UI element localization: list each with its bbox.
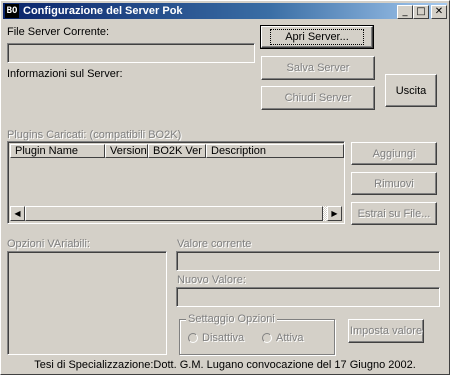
plugins-list[interactable]: Plugin Name Version BO2K Ver Description… (7, 141, 345, 224)
save-server-button[interactable]: Salva Server (261, 56, 375, 80)
variable-options-list[interactable] (7, 251, 167, 355)
file-server-field[interactable] (7, 43, 255, 63)
close-server-button[interactable]: Chiudi Server (261, 86, 375, 110)
minimize-button[interactable]: _ (397, 5, 413, 19)
scroll-left-icon[interactable]: ◀ (10, 206, 25, 221)
column-plugin-name[interactable]: Plugin Name (10, 144, 105, 158)
remove-plugin-button[interactable]: Rimuovi (351, 172, 437, 195)
set-value-button[interactable]: Imposta valore (348, 319, 424, 343)
file-server-label: File Server Corrente: (7, 26, 110, 38)
plugins-list-header: Plugin Name Version BO2K Ver Description (10, 144, 344, 158)
variable-options-label: Opzioni VAriabili: (7, 238, 90, 250)
option-settings-group: Settaggio Opzioni Disattiva Attiva (179, 313, 335, 355)
column-version[interactable]: Version (105, 144, 148, 158)
add-plugin-button[interactable]: Aggiungi (351, 142, 437, 165)
app-icon: BO (5, 4, 19, 18)
column-description[interactable]: Description (206, 144, 344, 158)
scroll-thumb[interactable] (25, 206, 323, 221)
disable-radio[interactable]: Disattiva (188, 332, 244, 344)
new-value-field[interactable] (176, 287, 440, 307)
plugins-horizontal-scrollbar[interactable]: ◀ ▶ (10, 206, 342, 221)
maximize-button[interactable]: □ (413, 5, 429, 19)
new-value-label: Nuovo Valore: (177, 274, 246, 286)
main-window: BO Configurazione del Server Pok _ □ ✕ F… (0, 0, 450, 375)
close-button[interactable]: ✕ (431, 5, 447, 19)
current-value-label: Valore corrente (177, 238, 252, 250)
enable-radio-icon[interactable] (262, 333, 272, 343)
enable-radio[interactable]: Attiva (262, 332, 304, 344)
disable-radio-icon[interactable] (188, 333, 198, 343)
option-settings-legend: Settaggio Opzioni (186, 313, 277, 326)
footer-text: Tesi di Specializzazione:Dott. G.M. Luga… (34, 359, 416, 371)
server-info-label: Informazioni sul Server: (7, 68, 123, 80)
current-value-field[interactable] (176, 251, 440, 271)
title-bar[interactable]: BO Configurazione del Server Pok _ □ ✕ (3, 3, 447, 19)
open-server-label: Apri Server... (270, 29, 364, 45)
enable-radio-label: Attiva (276, 332, 304, 344)
exit-button[interactable]: Uscita (385, 74, 437, 107)
disable-radio-label: Disattiva (202, 332, 245, 344)
column-bo2k-ver[interactable]: BO2K Ver (148, 144, 206, 158)
open-server-button[interactable]: Apri Server... (260, 25, 374, 49)
window-title: Configurazione del Server Pok (23, 5, 183, 17)
scroll-right-icon[interactable]: ▶ (327, 206, 342, 221)
extract-plugin-button[interactable]: Estrai su File... (351, 202, 437, 225)
